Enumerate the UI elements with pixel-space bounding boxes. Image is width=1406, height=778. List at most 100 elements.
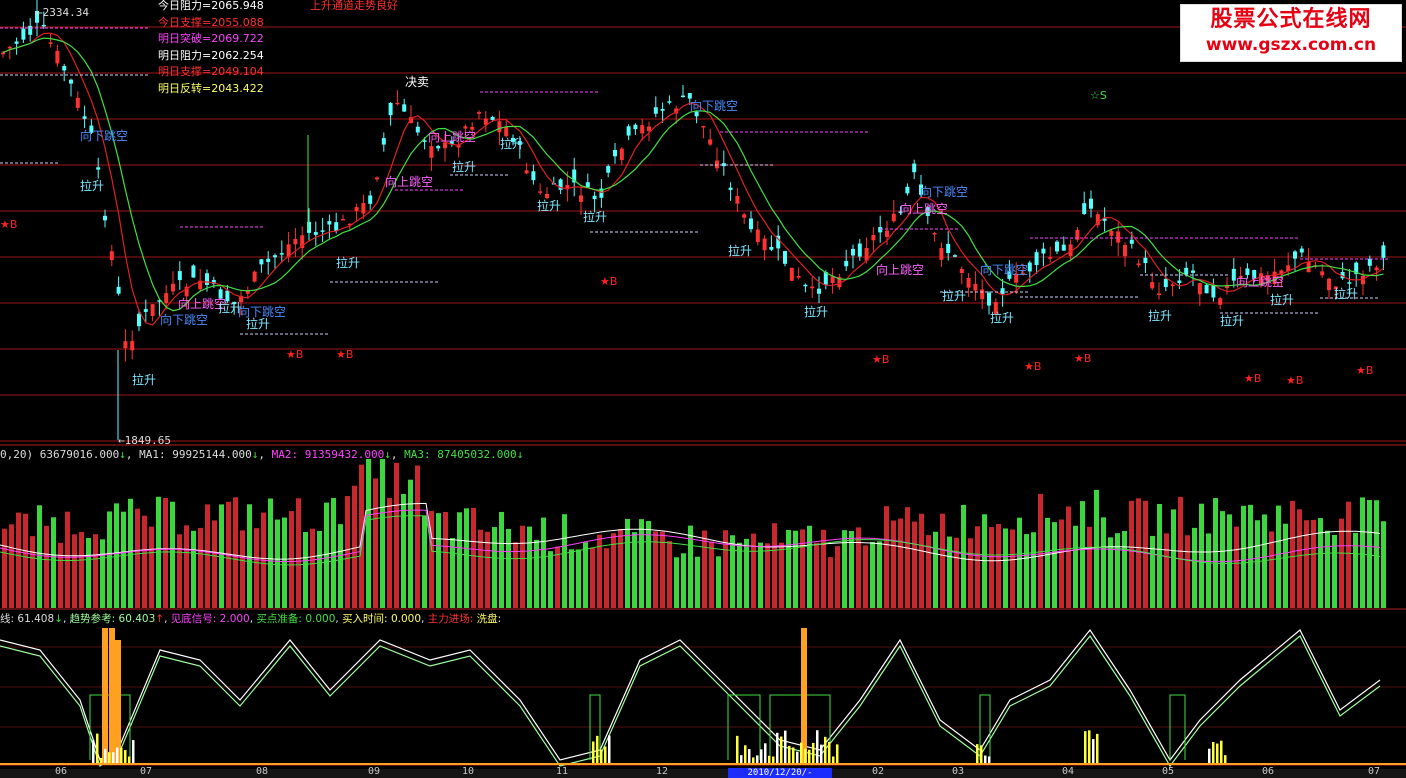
volume-bar [653, 531, 658, 608]
volume-bar [128, 498, 133, 608]
candle-body [1123, 244, 1127, 257]
time-axis-label: 06 [1262, 766, 1275, 777]
candle-body [293, 238, 298, 245]
volume-bar [639, 519, 644, 608]
candle-body [116, 286, 121, 294]
volume-bar [317, 530, 322, 608]
wash-bar [1084, 731, 1087, 764]
volume-bar [289, 511, 294, 608]
volume-bar [695, 556, 700, 608]
price-level-3: 明日阻力=2062.254 [158, 49, 264, 63]
wash-bar [604, 746, 607, 764]
volume-bar [1248, 504, 1253, 608]
candle-body [252, 271, 257, 282]
volume-bar [394, 462, 399, 608]
volume-bar [121, 511, 126, 608]
candle-body [361, 202, 366, 214]
candle-body [660, 108, 665, 111]
candle-body [150, 304, 155, 317]
time-axis-label: 03 [952, 766, 965, 777]
wash-bar [112, 752, 115, 764]
candle-body [55, 50, 60, 64]
candle-body [1299, 248, 1304, 253]
candle-body [327, 221, 332, 225]
wash-bar [592, 741, 595, 764]
candle-body [932, 232, 937, 235]
candle-body [1163, 278, 1168, 288]
candle-body [681, 95, 685, 98]
volume-bar [9, 524, 14, 608]
volume-bar [1318, 518, 1323, 608]
volume-bar [590, 547, 595, 608]
pull-up-signal: 拉升 [80, 178, 104, 193]
pull-up-signal: 拉升 [1148, 308, 1172, 323]
time-axis-label: 05 [1162, 766, 1175, 777]
pull-up-signal: 拉升 [246, 316, 270, 331]
volume-bar [1038, 493, 1043, 608]
price-level-label: 明日突破= [158, 32, 212, 45]
volume-bar [1143, 500, 1148, 608]
volume-bar [905, 507, 910, 608]
price-level-label: 明日反转= [158, 81, 212, 95]
volume-bar [1178, 496, 1183, 608]
volume-bar [1192, 527, 1197, 608]
volume-bar [296, 498, 301, 608]
volume-bar [1045, 517, 1050, 608]
candle-body [1327, 278, 1331, 291]
candle-body [1143, 257, 1148, 264]
wash-bar [824, 736, 827, 764]
volume-bar [716, 556, 721, 608]
wash-bar [780, 736, 783, 764]
time-axis-label: 12 [656, 766, 669, 777]
volume-bar [338, 524, 343, 608]
volume-bar [275, 519, 280, 608]
wash-bar [108, 752, 111, 764]
candle-body [667, 101, 672, 103]
volume-bar [135, 508, 140, 608]
buy-sell-signal: 决卖 [405, 75, 429, 89]
volume-bar [1017, 517, 1022, 608]
candle-body [1211, 285, 1216, 298]
candle-body [69, 79, 73, 84]
volume-bar [842, 530, 847, 608]
volume-bar [835, 546, 840, 608]
volume-bar [1220, 511, 1225, 608]
candle-body [531, 171, 536, 181]
candle-body [653, 107, 658, 114]
volume-bar [107, 511, 112, 608]
volume-bar [982, 514, 987, 608]
volume-bar [492, 527, 497, 608]
candle-body [477, 112, 481, 114]
volume-bar [681, 553, 686, 608]
volume-bar [1255, 520, 1260, 608]
main-force-spike [109, 628, 115, 764]
volume-bar [268, 498, 273, 608]
pull-up-signal: 拉升 [537, 198, 561, 213]
candle-body [28, 25, 33, 35]
wash-bar [816, 730, 819, 764]
candle-body [41, 24, 46, 27]
volume-bar [191, 530, 196, 608]
volume-bar [51, 517, 56, 608]
volume-bar [1367, 500, 1372, 608]
wash-bar [784, 730, 787, 764]
buy-star-signal: ★B [1286, 374, 1303, 387]
volume-bar [247, 504, 252, 608]
volume-bar [1199, 503, 1204, 608]
price-chart-canvas[interactable]: 向下跳空向下跳空向下跳空向下跳空向下跳空向下跳空向上跳空向上跳空向上跳空向上跳空… [0, 0, 1406, 778]
selected-date-box[interactable]: 2010/12/20/- [728, 768, 832, 778]
candle-body [1, 52, 5, 55]
volume-bar [142, 515, 147, 608]
volume-bar [1325, 530, 1330, 608]
volume-bar [352, 485, 357, 608]
volume-bar [688, 525, 693, 608]
candle-body [1136, 263, 1141, 266]
wash-bar [1216, 743, 1219, 764]
buy-star-signal: ★B [0, 218, 17, 231]
volume-bar [282, 517, 287, 608]
price-level-value: 2069.722 [211, 32, 264, 45]
wash-bar [740, 755, 743, 764]
wash-bar [132, 740, 135, 764]
candle-body [1204, 284, 1209, 294]
candle-body [939, 248, 944, 260]
